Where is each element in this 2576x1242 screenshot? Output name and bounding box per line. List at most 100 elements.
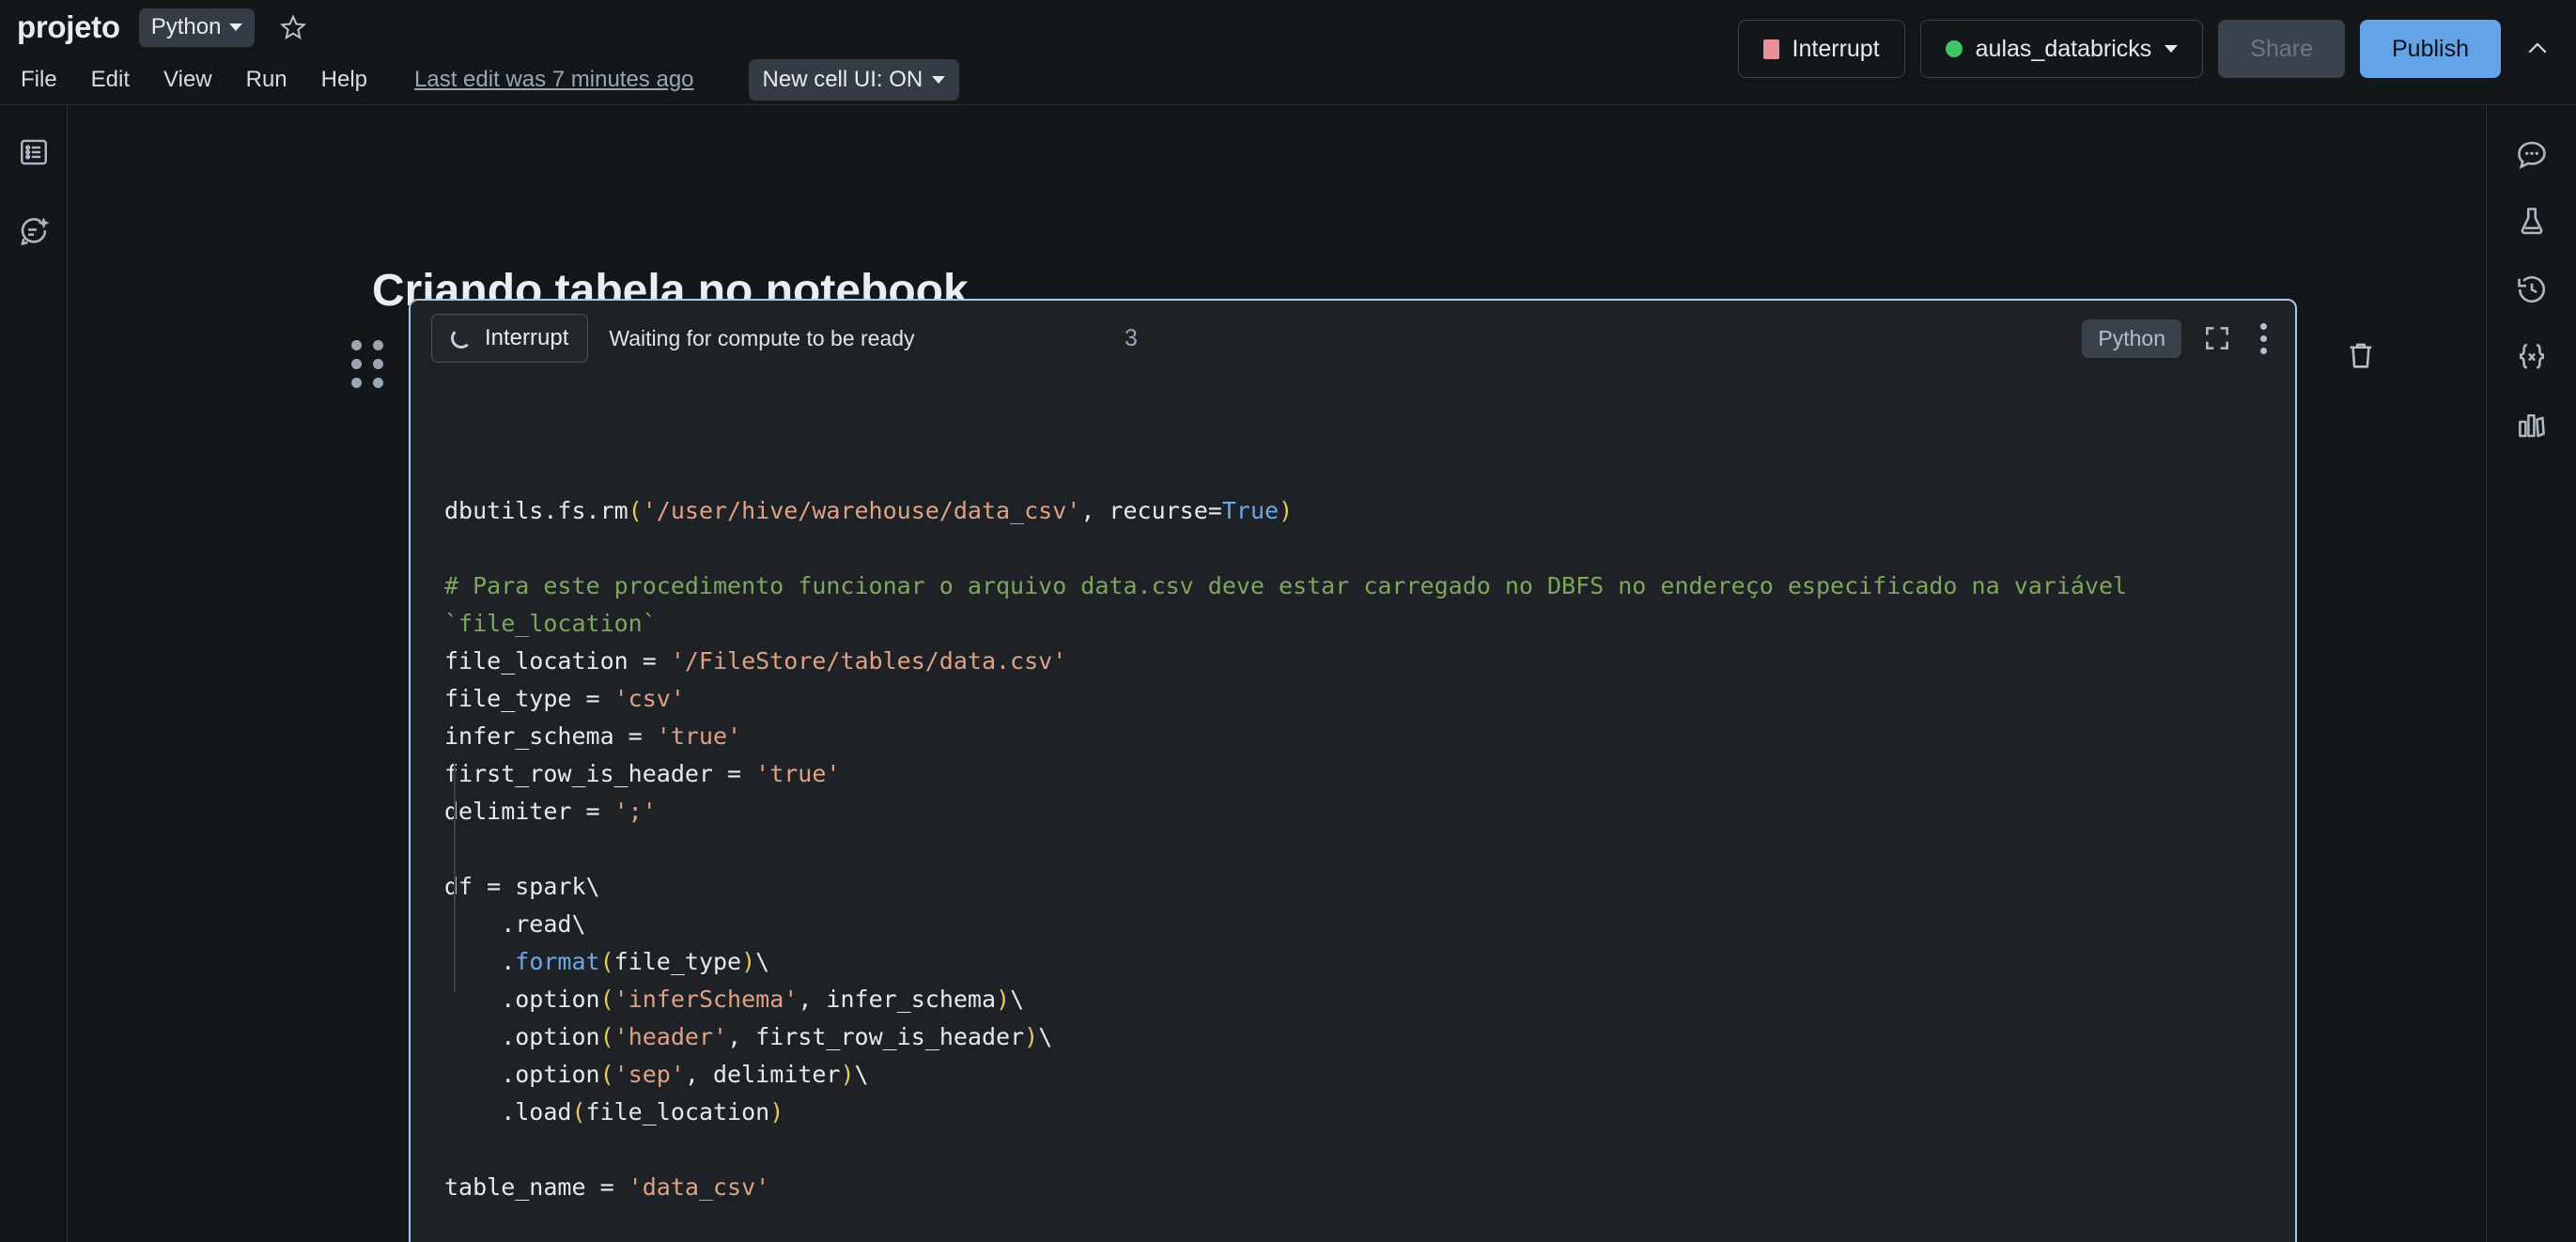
code-token: ( [599, 1023, 614, 1050]
code-token: ) [1279, 497, 1294, 524]
code-token: ) [741, 948, 756, 975]
code-token: file_type = [444, 685, 614, 712]
publish-button[interactable]: Publish [2360, 20, 2501, 78]
last-edit-link[interactable]: Last edit was 7 minutes ago [414, 67, 694, 93]
cell-language-badge[interactable]: Python [2082, 318, 2181, 358]
code-token: 'csv' [613, 685, 685, 712]
code-token: ';' [613, 798, 657, 825]
menu-file[interactable]: File [17, 61, 74, 99]
star-icon[interactable] [279, 13, 307, 41]
share-button[interactable]: Share [2218, 20, 2345, 78]
code-token: ( [599, 986, 614, 1013]
code-token: 'data_csv' [628, 1173, 770, 1201]
table-of-contents-icon[interactable] [13, 132, 54, 173]
code-token: 'header' [613, 1023, 728, 1050]
code-line: .option('sep', delimiter)\ [444, 1056, 2295, 1094]
code-line: `file_location` [444, 605, 2295, 643]
code-token: infer_schema = [444, 722, 657, 750]
menu-edit[interactable]: Edit [74, 61, 147, 99]
code-token: format [515, 948, 600, 975]
cell-interrupt-button[interactable]: Interrupt [431, 314, 589, 363]
variables-braces-icon[interactable] [2511, 336, 2553, 378]
code-token: file_type [613, 948, 742, 975]
cell-status-text: Waiting for compute to be ready [609, 325, 915, 350]
code-line: .read\ [444, 906, 2295, 943]
code-token: 'true' [755, 760, 841, 787]
notebook-language-label: Python [150, 13, 222, 39]
code-token: , delimiter [684, 1061, 841, 1088]
code-line: file_type = 'csv' [444, 680, 2295, 718]
code-line: dbutils.fs.rm('/user/hive/warehouse/data… [444, 492, 2295, 530]
code-token: 'inferSchema' [613, 986, 799, 1013]
code-line: df = spark\ [444, 868, 2295, 906]
code-token: , recurse= [1080, 497, 1222, 524]
code-token: 'true' [656, 722, 742, 750]
notebook-language-selector[interactable]: Python [138, 8, 256, 47]
cluster-selector[interactable]: aulas_databricks [1919, 20, 2204, 78]
code-token: ) [840, 1061, 855, 1088]
code-token: df = spark\ [444, 873, 600, 900]
code-token: .load [444, 1098, 572, 1126]
code-line: .load(file_location) [444, 1094, 2295, 1131]
header-actions: Interrupt aulas_databricks Share Publish [1737, 0, 2559, 94]
fullscreen-expand-icon[interactable] [2202, 323, 2232, 353]
code-line: file_location = '/FileStore/tables/data.… [444, 643, 2295, 680]
code-token: ) [769, 1098, 784, 1126]
menu-run[interactable]: Run [229, 61, 304, 99]
notebook-cell[interactable]: Interrupt Waiting for compute to be read… [409, 299, 2297, 1242]
new-cell-ui-label: New cell UI: ON [762, 67, 923, 92]
code-line: first_row_is_header = 'true' [444, 755, 2295, 793]
bar-chart-icon[interactable] [2511, 404, 2553, 445]
chevron-up-icon[interactable] [2516, 35, 2559, 63]
code-token: first_row_is_header = [444, 760, 756, 787]
menu-view[interactable]: View [147, 61, 229, 99]
code-token: '/FileStore/tables/data.csv' [670, 647, 1067, 675]
loading-spinner-icon [451, 328, 472, 349]
code-token: ) [996, 986, 1011, 1013]
code-token: , infer_schema [798, 986, 997, 1013]
code-line: .option('inferSchema', infer_schema)\ [444, 981, 2295, 1018]
notebook-title[interactable]: projeto [17, 9, 120, 45]
drag-handle-dots-icon[interactable] [351, 340, 383, 388]
flask-experiment-icon[interactable] [2511, 201, 2553, 242]
kebab-more-icon[interactable] [2253, 322, 2274, 354]
indent-guide [454, 763, 456, 992]
code-line: delimiter = ';' [444, 793, 2295, 831]
cell-toolbar: Interrupt Waiting for compute to be read… [411, 301, 2295, 376]
cluster-status-dot-icon [1945, 40, 1963, 57]
code-token: \ [1010, 986, 1025, 1013]
notebook-main: Criando tabela no notebook Interrupt Wai… [68, 105, 2486, 1242]
code-token: ( [599, 1061, 614, 1088]
code-token: , first_row_is_header [727, 1023, 1025, 1050]
code-line: table_name = 'data_csv' [444, 1169, 2295, 1206]
code-token: dbutils.fs.rm [444, 497, 628, 524]
history-clock-icon[interactable] [2511, 269, 2553, 310]
code-token: # Para este procedimento funcionar o arq… [444, 572, 2128, 599]
code-token: ) [1024, 1023, 1039, 1050]
app-header: projeto Python File Edit View Run Help L… [0, 0, 2576, 105]
header-menu-row: File Edit View Run Help Last edit was 7 … [0, 54, 960, 105]
cell-code-editor[interactable]: dbutils.fs.rm('/user/hive/warehouse/data… [411, 376, 2295, 1242]
code-token: \ [1038, 1023, 1053, 1050]
ai-assistant-sparkle-icon[interactable] [13, 210, 54, 252]
code-token: \ [854, 1061, 869, 1088]
trash-icon[interactable] [2344, 338, 2378, 377]
code-token: .read\ [444, 910, 586, 938]
code-token: delimiter = [444, 798, 614, 825]
code-token: True [1221, 497, 1280, 524]
stop-square-icon [1762, 39, 1779, 59]
databricks-notebook-app: projeto Python File Edit View Run Help L… [0, 0, 2576, 1242]
interrupt-button[interactable]: Interrupt [1737, 20, 1905, 78]
comment-bubble-icon[interactable] [2511, 133, 2553, 175]
code-token: file_location [585, 1098, 770, 1126]
chevron-down-icon [229, 23, 243, 31]
code-line: .option('header', first_row_is_header)\ [444, 1018, 2295, 1056]
code-token: ( [599, 948, 614, 975]
code-token: .option [444, 1061, 600, 1088]
code-token: ( [571, 1098, 586, 1126]
menu-help[interactable]: Help [304, 61, 384, 99]
new-cell-ui-toggle[interactable]: New cell UI: ON [748, 59, 960, 101]
code-token: table_name = [444, 1173, 628, 1201]
